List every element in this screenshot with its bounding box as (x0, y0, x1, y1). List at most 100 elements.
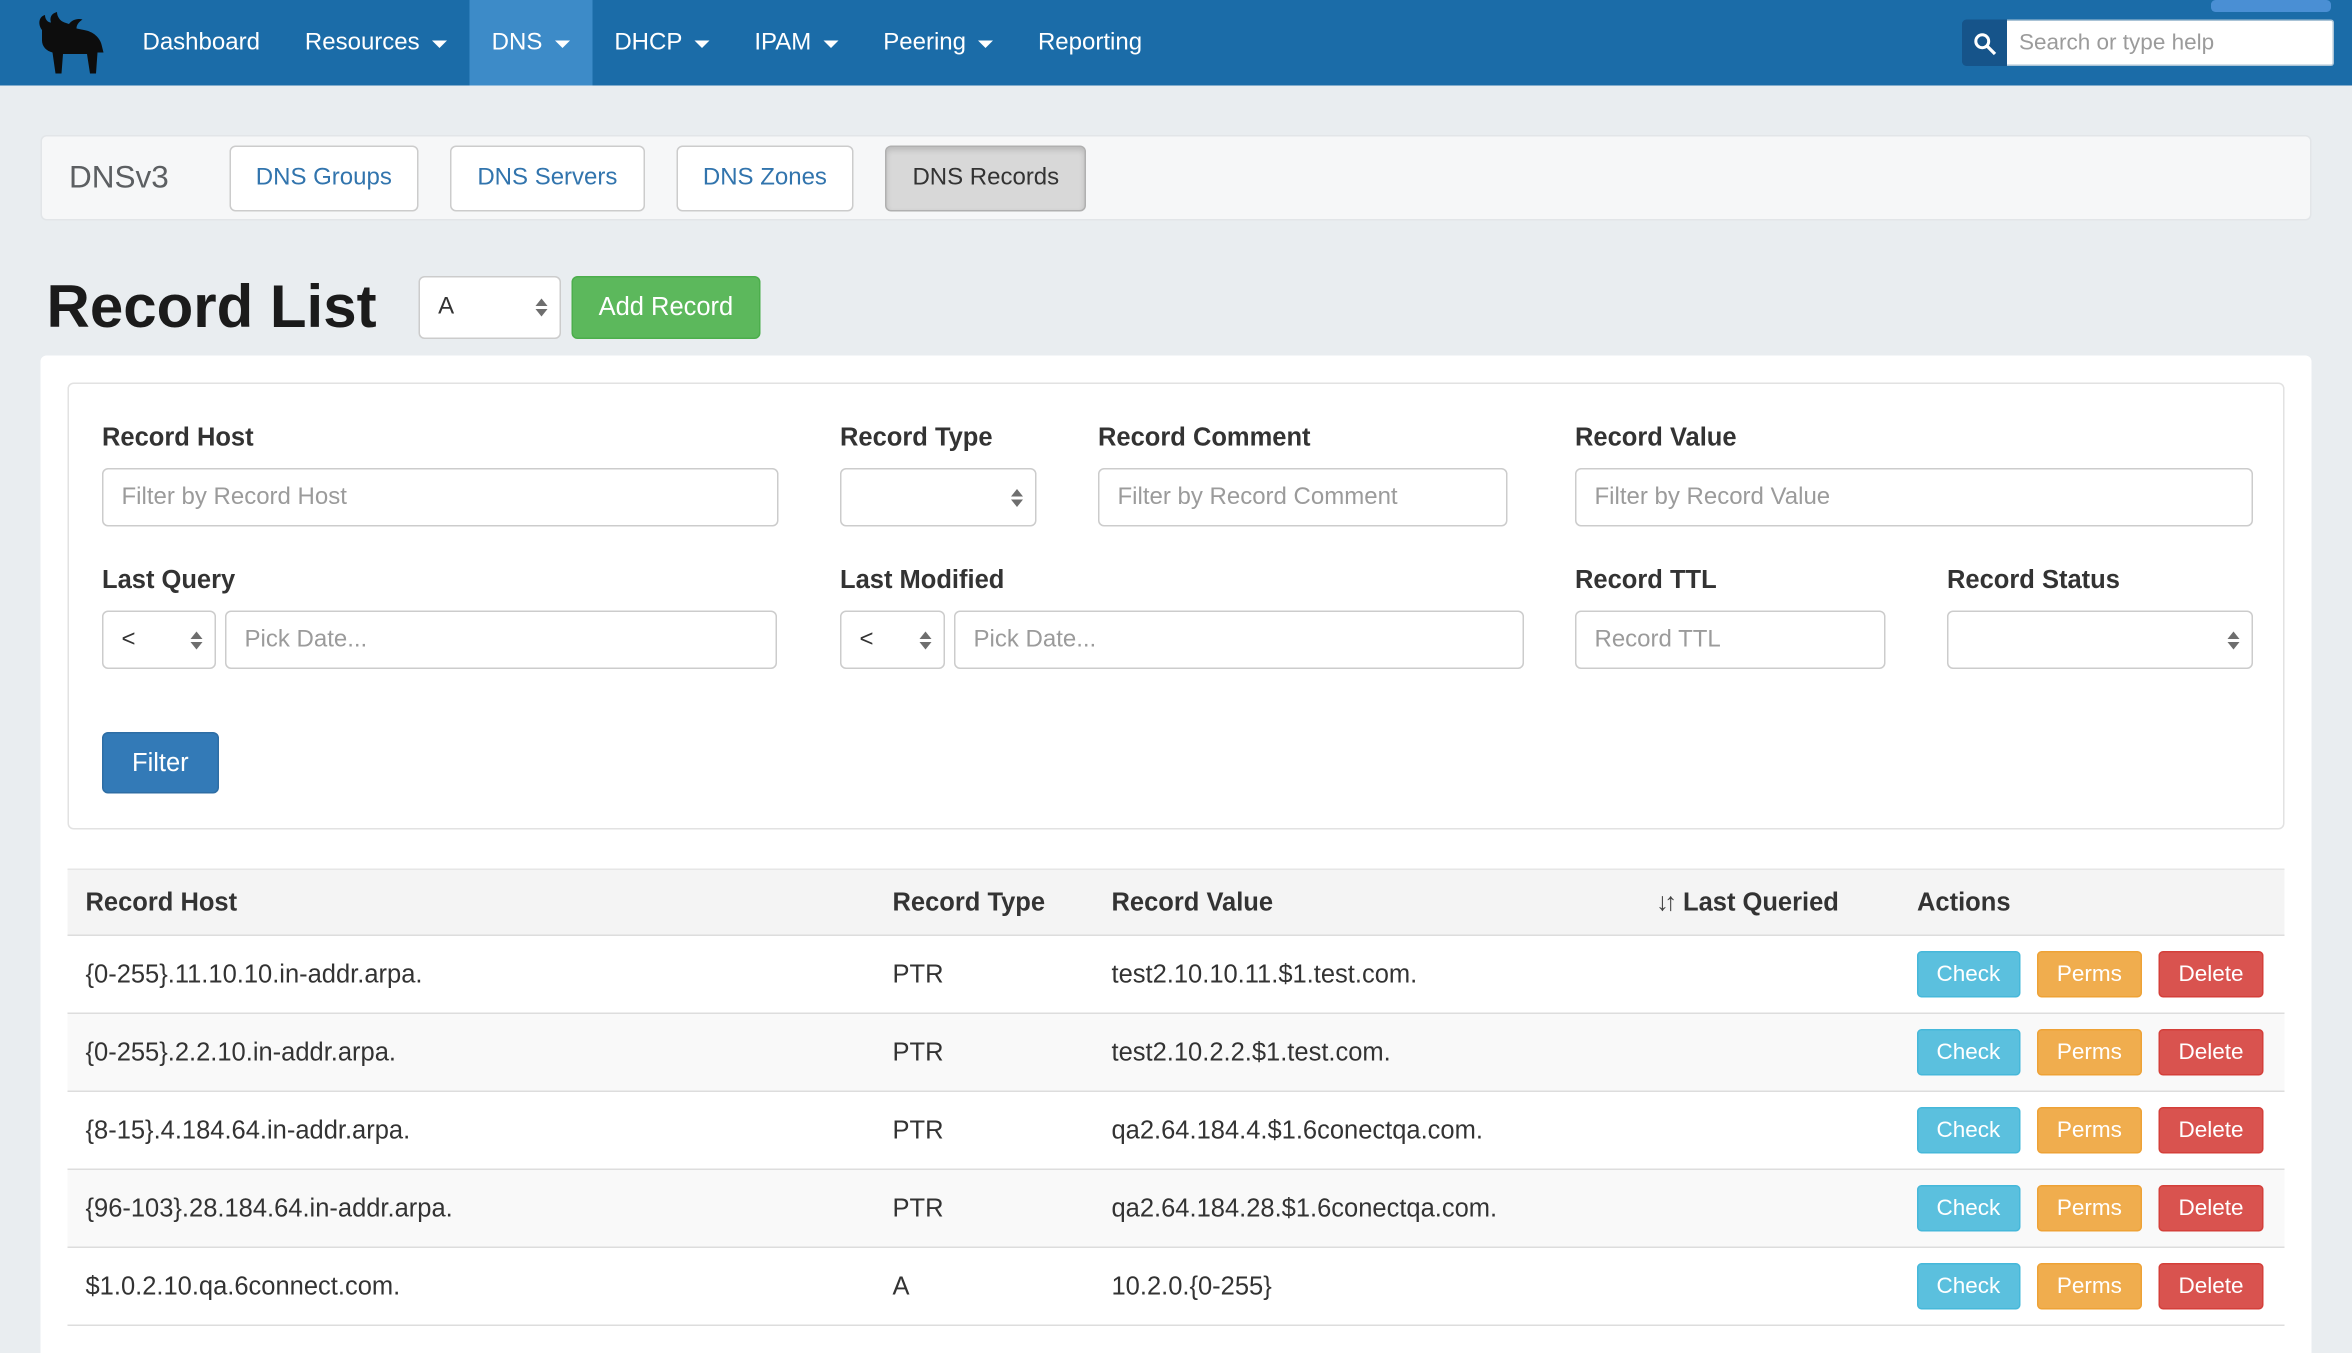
record-comment-input[interactable] (1098, 468, 1508, 527)
add-record-button[interactable]: Add Record (572, 276, 761, 339)
subnav-title: DNSv3 (69, 160, 169, 196)
nav-label: Peering (883, 29, 966, 56)
search-input[interactable] (2007, 20, 2334, 67)
nav-label: Resources (305, 29, 420, 56)
caret-down-icon (978, 41, 993, 49)
record-status-select[interactable] (1947, 611, 2253, 670)
table-row: {0-255}.11.10.10.in-addr.arpa. PTR test2… (68, 935, 2285, 1013)
cell-record-host: {96-103}.28.184.64.in-addr.arpa. (68, 1169, 875, 1247)
dns-subnav: DNSv3 DNS Groups DNS Servers DNS Zones D… (41, 135, 2312, 221)
nav-item-dhcp[interactable]: DHCP (592, 0, 732, 86)
nav-item-peering[interactable]: Peering (861, 0, 1016, 86)
cell-record-type: PTR (875, 1091, 1094, 1169)
check-button[interactable]: Check (1917, 1185, 2020, 1232)
last-modified-operator-select[interactable]: < (840, 611, 945, 670)
moose-icon (32, 10, 110, 76)
header-actions: Actions (1899, 869, 2285, 935)
select-arrows-icon (191, 631, 203, 649)
perms-button[interactable]: Perms (2037, 1185, 2141, 1232)
cell-actions: Check Perms Delete (1899, 1013, 2285, 1091)
cell-actions: Check Perms Delete (1899, 1247, 2285, 1325)
cell-last-queried (1638, 1247, 1899, 1325)
cell-record-value: qa2.64.184.28.$1.6conectqa.com. (1094, 1169, 1639, 1247)
filter-last-modified: Last Modified < (840, 566, 1524, 670)
nav-item-resources[interactable]: Resources (282, 0, 469, 86)
cell-last-queried (1638, 1091, 1899, 1169)
cell-actions: Check Perms Delete (1899, 935, 2285, 1013)
nav-label: DHCP (614, 29, 682, 56)
delete-button[interactable]: Delete (2159, 1029, 2263, 1076)
header-last-queried-label: Last Queried (1683, 887, 1839, 916)
delete-button[interactable]: Delete (2159, 1107, 2263, 1154)
partial-top-button (2211, 0, 2331, 12)
last-modified-date-input[interactable] (954, 611, 1524, 670)
cell-record-type: PTR (875, 1169, 1094, 1247)
sort-arrows-icon: ↓↑ (1656, 887, 1673, 916)
table-row: {0-255}.2.2.10.in-addr.arpa. PTR test2.1… (68, 1013, 2285, 1091)
select-value: < (122, 626, 136, 653)
record-type-label: Record Type (840, 423, 1037, 453)
select-value: < (860, 626, 874, 653)
delete-button[interactable]: Delete (2159, 1185, 2263, 1232)
table-header-row: Record Host Record Type Record Value ↓↑L… (68, 869, 2285, 935)
header-last-queried[interactable]: ↓↑ Last Queried (1638, 869, 1899, 935)
perms-button[interactable]: Perms (2037, 1107, 2141, 1154)
filter-row-1: Record Host Record Type Record Comment R… (102, 423, 2250, 525)
search-icon[interactable] (1962, 20, 2007, 67)
check-button[interactable]: Check (1917, 1263, 2020, 1310)
filter-last-query: Last Query < (102, 566, 777, 670)
caret-down-icon (432, 41, 447, 49)
tab-dns-servers[interactable]: DNS Servers (450, 145, 644, 211)
record-value-input[interactable] (1575, 468, 2253, 527)
check-button[interactable]: Check (1917, 951, 2020, 998)
delete-button[interactable]: Delete (2159, 951, 2263, 998)
filter-record-status: Record Status (1947, 566, 2253, 670)
moose-logo[interactable] (21, 5, 120, 80)
record-ttl-label: Record TTL (1575, 566, 1886, 596)
cell-record-type: PTR (875, 935, 1094, 1013)
tab-dns-groups[interactable]: DNS Groups (229, 145, 419, 211)
nav-item-dashboard[interactable]: Dashboard (120, 0, 282, 86)
top-navbar: Dashboard Resources DNS DHCP IPAM Peerin… (0, 0, 2352, 86)
select-arrows-icon (920, 631, 932, 649)
add-record-type-select[interactable]: A (419, 276, 562, 339)
cell-record-type: PTR (875, 1013, 1094, 1091)
cell-record-value: 10.2.0.{0-255} (1094, 1247, 1639, 1325)
caret-down-icon (823, 41, 838, 49)
record-ttl-input[interactable] (1575, 611, 1886, 670)
check-button[interactable]: Check (1917, 1107, 2020, 1154)
perms-button[interactable]: Perms (2037, 1263, 2141, 1310)
caret-down-icon (554, 41, 569, 49)
nav-label: DNS (492, 29, 543, 56)
page-title: Record List (47, 278, 377, 338)
nav-item-dns[interactable]: DNS (469, 0, 592, 86)
perms-button[interactable]: Perms (2037, 951, 2141, 998)
delete-button[interactable]: Delete (2159, 1263, 2263, 1310)
records-panel: Record Host Record Type Record Comment R… (41, 356, 2312, 1353)
last-query-date-input[interactable] (225, 611, 777, 670)
check-button[interactable]: Check (1917, 1029, 2020, 1076)
nav-item-ipam[interactable]: IPAM (732, 0, 861, 86)
record-host-input[interactable] (102, 468, 779, 527)
filter-row-2: Last Query < Last Modified < (102, 566, 2250, 668)
header-record-type: Record Type (875, 869, 1094, 935)
table-row: $1.0.2.10.qa.6connect.com. A 10.2.0.{0-2… (68, 1247, 2285, 1325)
perms-button[interactable]: Perms (2037, 1029, 2141, 1076)
last-query-operator-select[interactable]: < (102, 611, 216, 670)
record-status-label: Record Status (1947, 566, 2253, 596)
filter-record-ttl: Record TTL (1575, 566, 1886, 670)
record-type-select[interactable] (840, 468, 1037, 527)
select-arrows-icon (2228, 631, 2240, 649)
record-value-label: Record Value (1575, 423, 2253, 453)
cell-record-value: qa2.64.184.4.$1.6conectqa.com. (1094, 1091, 1639, 1169)
cell-record-host: {8-15}.4.184.64.in-addr.arpa. (68, 1091, 875, 1169)
header-record-host: Record Host (68, 869, 875, 935)
filter-button[interactable]: Filter (102, 732, 219, 794)
last-query-label: Last Query (102, 566, 777, 596)
tab-dns-zones[interactable]: DNS Zones (676, 145, 854, 211)
app-viewport: Dashboard Resources DNS DHCP IPAM Peerin… (0, 0, 2352, 1337)
tab-dns-records[interactable]: DNS Records (885, 145, 1086, 211)
nav-item-reporting[interactable]: Reporting (1015, 0, 1164, 86)
filter-record-value: Record Value (1575, 423, 2253, 527)
nav-label: IPAM (754, 29, 811, 56)
